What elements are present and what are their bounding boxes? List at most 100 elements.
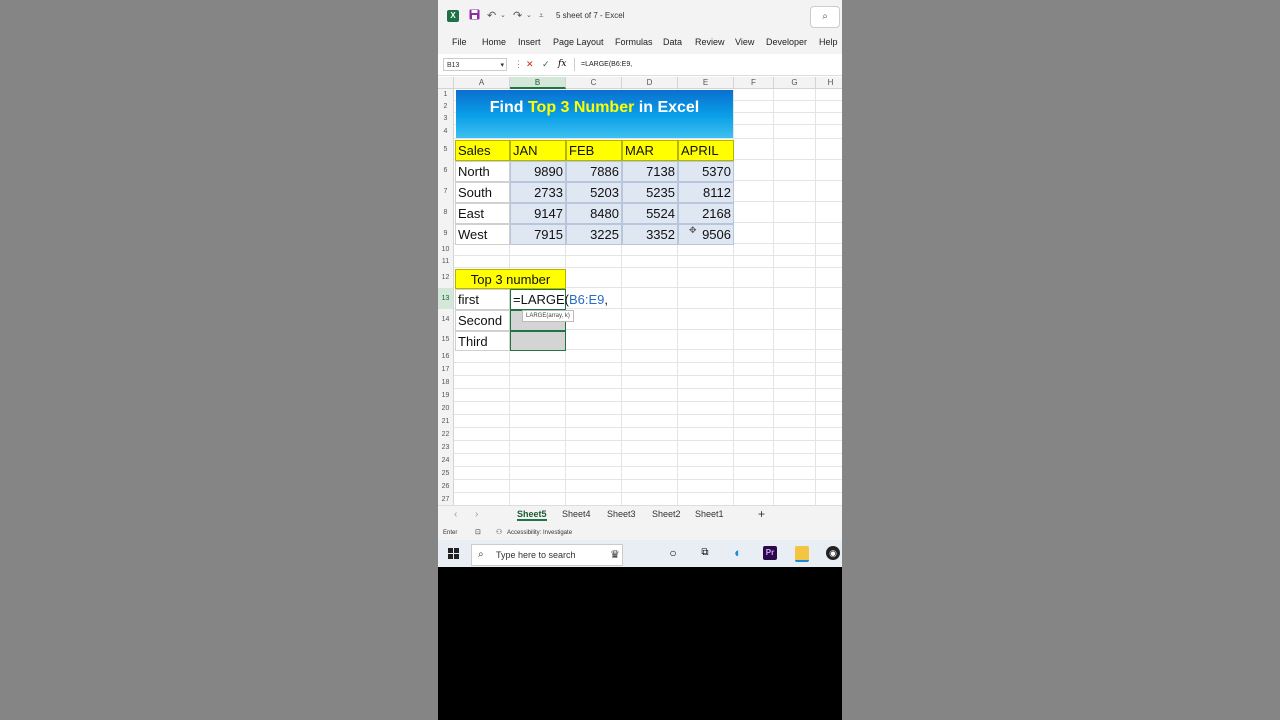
tab-sheet2[interactable]: Sheet2 (652, 509, 681, 519)
file-explorer-icon[interactable] (795, 546, 809, 562)
premiere-pro-icon[interactable]: Pr (763, 546, 777, 560)
menu-formulas[interactable]: Formulas (615, 37, 653, 47)
rank-label[interactable]: first (455, 289, 510, 310)
tab-scroll-left-icon[interactable]: ‹ (454, 509, 457, 520)
data-cell[interactable]: 3352 (622, 224, 678, 245)
select-all-corner[interactable] (438, 77, 454, 89)
undo-dropdown-icon[interactable]: ⌄ (500, 9, 506, 23)
menu-view[interactable]: View (735, 37, 754, 47)
row-header[interactable]: 14 (438, 309, 454, 330)
row-header[interactable]: 25 (438, 467, 454, 480)
undo-icon[interactable]: ↶ (487, 9, 496, 23)
cancel-icon[interactable]: ✕ (526, 58, 534, 71)
row-header[interactable]: 13 (438, 288, 454, 309)
menu-home[interactable]: Home (482, 37, 506, 47)
menu-file[interactable]: File (452, 37, 467, 47)
rank-label[interactable]: Second (455, 310, 510, 331)
redo-icon[interactable]: ↷ (513, 9, 522, 23)
row-header[interactable]: 27 (438, 493, 454, 505)
row-header[interactable]: 16 (438, 350, 454, 363)
table-header-cell[interactable]: APRIL (678, 140, 734, 161)
windows-start-icon[interactable] (448, 548, 459, 559)
data-cell[interactable]: 8480 (566, 203, 622, 224)
row-header[interactable]: 23 (438, 441, 454, 454)
row-header[interactable]: 21 (438, 415, 454, 428)
tab-sheet1[interactable]: Sheet1 (695, 509, 724, 519)
menu-data[interactable]: Data (663, 37, 682, 47)
row-header[interactable]: 4 (438, 125, 454, 139)
edge-browser-icon[interactable]: ◐ (731, 546, 745, 560)
tab-sheet5[interactable]: Sheet5 (517, 509, 547, 521)
data-cell[interactable]: 5203 (566, 182, 622, 203)
data-cell[interactable]: 5524 (622, 203, 678, 224)
row-header[interactable]: 6 (438, 160, 454, 181)
data-cell[interactable]: 3225 (566, 224, 622, 245)
accessibility-status[interactable]: Accessibility: Investigate (507, 526, 572, 540)
row-header[interactable]: 10 (438, 244, 454, 256)
region-cell[interactable]: West (455, 224, 510, 245)
menu-insert[interactable]: Insert (518, 37, 541, 47)
column-header[interactable]: D (622, 77, 678, 89)
row-header[interactable]: 18 (438, 376, 454, 389)
customize-toolbar-icon[interactable]: ⩡ (539, 9, 544, 23)
data-cell[interactable]: 5370 (678, 161, 734, 182)
region-cell[interactable]: East (455, 203, 510, 224)
enter-check-icon[interactable]: ✓ (542, 58, 550, 71)
save-icon[interactable] (469, 9, 480, 24)
name-box[interactable]: B13 ▾ (443, 58, 507, 71)
table-header-cell[interactable]: FEB (566, 140, 622, 161)
column-header[interactable]: F (734, 77, 774, 89)
top3-header[interactable]: Top 3 number (455, 269, 566, 289)
region-cell[interactable]: North (455, 161, 510, 182)
data-cell[interactable]: 8112 (678, 182, 734, 203)
insert-function-icon[interactable]: fx (558, 58, 566, 71)
row-header[interactable]: 20 (438, 402, 454, 415)
table-header-cell[interactable]: MAR (622, 140, 678, 161)
data-cell[interactable]: 7915 (510, 224, 566, 245)
column-header[interactable]: H (816, 77, 842, 89)
redo-dropdown-icon[interactable]: ⌄ (526, 9, 532, 23)
data-cell[interactable]: 9147 (510, 203, 566, 224)
tab-sheet4[interactable]: Sheet4 (562, 509, 591, 519)
region-cell[interactable]: South (455, 182, 510, 203)
data-cell[interactable]: 2733 (510, 182, 566, 203)
row-header[interactable]: 17 (438, 363, 454, 376)
row-header[interactable]: 7 (438, 181, 454, 202)
row-header[interactable]: 3 (438, 113, 454, 125)
table-header-cell[interactable]: Sales (455, 140, 510, 161)
data-cell[interactable]: 9506 (678, 224, 734, 245)
column-header[interactable]: B (510, 77, 566, 89)
data-cell[interactable]: 7138 (622, 161, 678, 182)
row-header[interactable]: 26 (438, 480, 454, 493)
column-header[interactable]: E (678, 77, 734, 89)
row-header[interactable]: 8 (438, 202, 454, 223)
column-header[interactable]: C (566, 77, 622, 89)
row-header[interactable]: 15 (438, 330, 454, 350)
row-header[interactable]: 24 (438, 454, 454, 467)
row-header[interactable]: 1 (438, 89, 454, 101)
menu-developer[interactable]: Developer (766, 37, 807, 47)
search-button[interactable]: ⌕ (810, 6, 840, 28)
tab-scroll-right-icon[interactable]: › (475, 509, 478, 520)
task-view-icon[interactable]: ⧉ (698, 546, 712, 560)
cortana-icon[interactable]: ○ (666, 546, 680, 560)
active-cell-b13[interactable]: =LARGE(B6:E9, (510, 289, 608, 310)
menu-page-layout[interactable]: Page Layout (553, 37, 604, 47)
data-cell[interactable]: 2168 (678, 203, 734, 224)
tab-sheet3[interactable]: Sheet3 (607, 509, 636, 519)
rank-label[interactable]: Third (455, 331, 510, 351)
menu-help[interactable]: Help (819, 37, 838, 47)
row-header[interactable]: 12 (438, 268, 454, 288)
table-header-cell[interactable]: JAN (510, 140, 566, 161)
column-header[interactable]: G (774, 77, 816, 89)
result-cell-b15[interactable] (510, 331, 566, 351)
menu-review[interactable]: Review (695, 37, 725, 47)
data-cell[interactable]: 9890 (510, 161, 566, 182)
row-header[interactable]: 2 (438, 101, 454, 113)
taskbar-search[interactable]: ⌕ Type here to search ♛ (471, 544, 623, 566)
obs-icon[interactable]: ◉ (826, 546, 840, 560)
column-header[interactable]: A (454, 77, 510, 89)
data-cell[interactable]: 5235 (622, 182, 678, 203)
formula-input[interactable]: =LARGE(B6:E9, (574, 58, 842, 71)
data-cell[interactable]: 7886 (566, 161, 622, 182)
